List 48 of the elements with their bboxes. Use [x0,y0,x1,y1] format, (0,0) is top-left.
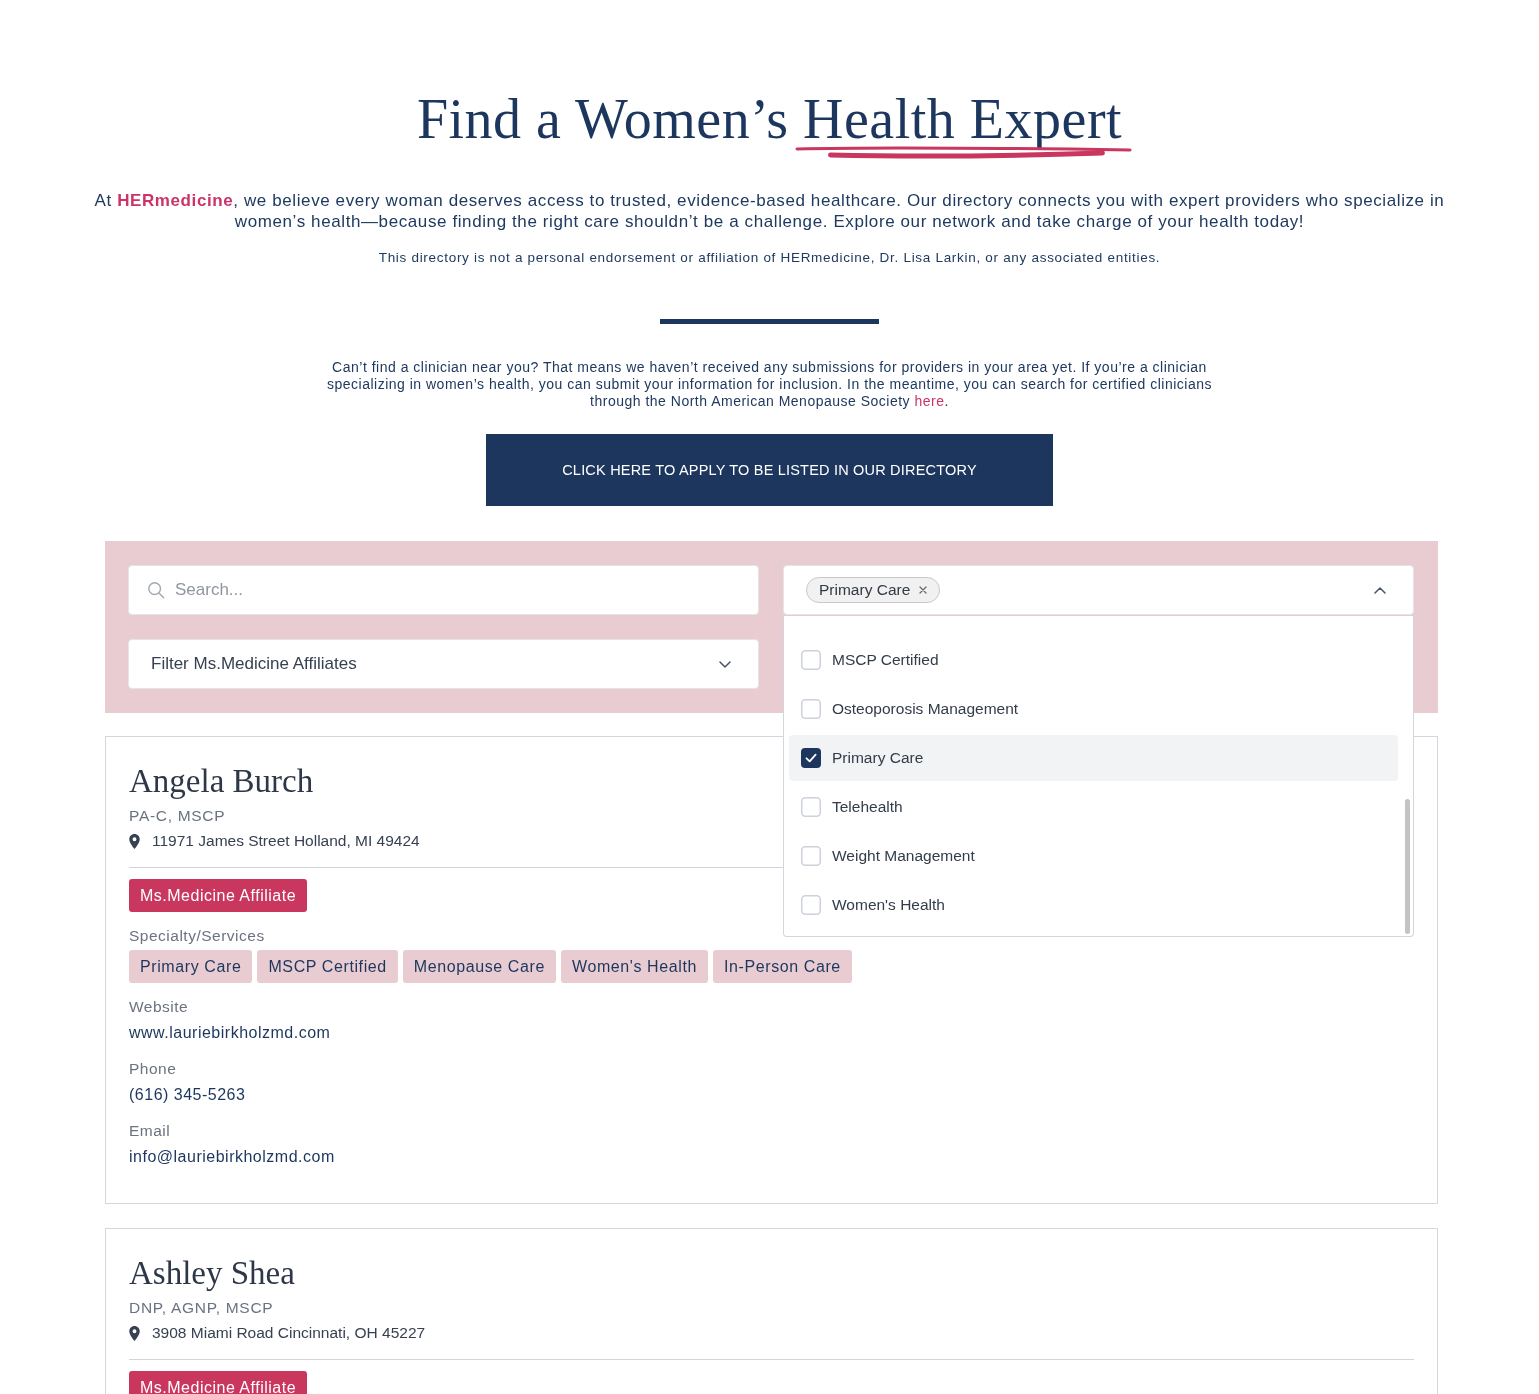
checkbox[interactable] [801,846,821,866]
specialty-tag: Menopause Care [402,950,556,983]
contact-link[interactable]: (616) 345-5263 [129,1084,246,1106]
caret-down-icon[interactable] [719,660,731,668]
checkbox[interactable] [801,650,821,670]
checkbox[interactable] [801,699,821,719]
dropdown-option[interactable]: Osteoporosis Management [789,686,1398,732]
provider-name: Angela Burch [129,762,314,801]
here-link[interactable]: here [914,393,945,409]
notice-text: Can’t find a clinician near you? That means we haven’t received any submissions for providers in your area yet. If you’re a clinician specializing in women’s health, you can submit your information for inclusion. In the meantime, you can search for certified clinicians through the North American Menopause Society here. [325,359,1214,410]
contact-link[interactable]: www.lauriebirkholzmd.com [129,1022,331,1044]
checkbox[interactable] [801,895,821,915]
dropdown-option[interactable]: Telehealth [789,784,1398,830]
filter-chip[interactable]: Primary Care [806,577,941,603]
affiliate-select[interactable]: Filter Ms.Medicine Affiliates [128,639,759,689]
affiliate-badge: Ms.Medicine Affiliate [129,879,308,912]
close-icon[interactable] [919,586,928,594]
section-label: Specialty/Services [129,926,265,946]
contact-label: Email [129,1121,171,1141]
scrollbar-thumb[interactable] [1405,799,1410,934]
contact-link[interactable]: info@lauriebirkholzmd.com [129,1146,335,1168]
search-field[interactable]: Search... [128,565,759,615]
address-text: 3908 Miami Road Cincinnati, OH 45227 [152,1323,426,1343]
specialty-tag: Primary Care [129,950,253,983]
dropdown-option[interactable]: Women's Health [789,882,1398,928]
address-text: 11971 James Street Holland, MI 49424 [152,831,420,851]
specialty-tag: Women's Health [560,950,708,983]
search-icon [147,581,165,599]
disclaimer-text: This directory is not a personal endorsement or affiliation of HERmedicine, Dr. Lisa Larkin, or any associated entities. [378,249,1161,267]
checkbox[interactable] [801,797,821,817]
specialty-tag: In-Person Care [712,950,852,983]
map-pin-icon [129,833,140,849]
dropdown-option[interactable]: MSCP Certified [789,637,1398,683]
specialty-select[interactable]: Primary Care [783,565,1414,615]
credentials-text: DNP, AGNP, MSCP [129,1298,274,1318]
affiliate-badge: Ms.Medicine Affiliate [129,1371,308,1394]
specialty-tag: MSCP Certified [257,950,398,983]
apply-button[interactable]: CLICK HERE TO APPLY TO BE LISTED IN OUR DIRECTORY [486,434,1053,506]
dropdown-option[interactable]: Weight Management [789,833,1398,879]
provider-name: Ashley Shea [129,1254,295,1293]
caret-up-icon[interactable] [1374,586,1386,594]
checkbox[interactable] [801,748,821,768]
map-pin-icon [129,1325,140,1341]
credentials-text: PA-C, MSCP [129,806,226,826]
contact-label: Website [129,997,189,1017]
dropdown-option[interactable]: Primary Care [789,735,1398,781]
intro-text: At HERmedicine, we believe every woman deserves access to trusted, evidence-based healthcare. Our directory connects you with expert providers who specialize in women’s health—because finding the right care shouldn’t be a challenge. Explore our network and take charge of your health today! [93,190,1446,232]
contact-label: Phone [129,1059,177,1079]
